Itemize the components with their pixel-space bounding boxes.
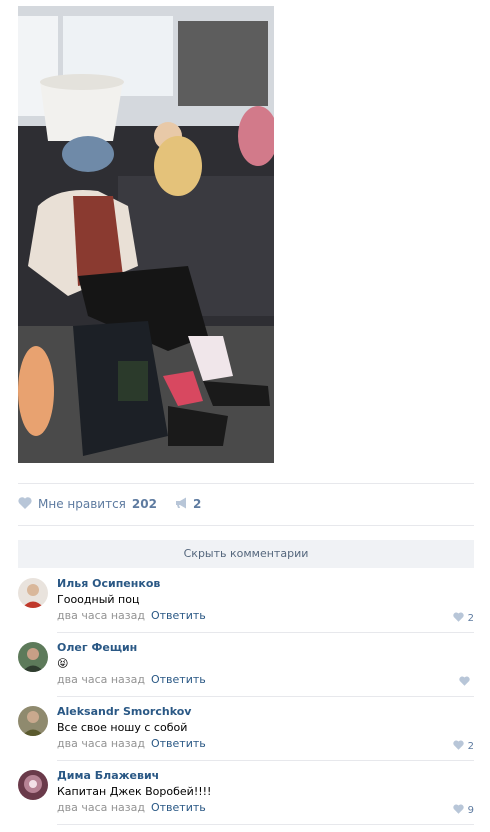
divider-actions <box>18 525 474 526</box>
heart-icon <box>452 612 464 625</box>
reply-link[interactable]: Ответить <box>151 801 206 814</box>
reply-link[interactable]: Ответить <box>151 609 206 622</box>
comment-author[interactable]: Олег Фещин <box>57 640 474 656</box>
comment-text: 😝 <box>57 657 69 670</box>
post-photo[interactable] <box>18 6 274 463</box>
share-button[interactable]: 2 <box>175 497 201 512</box>
comment-separator <box>57 760 474 761</box>
photo-illustration <box>18 6 274 463</box>
reply-link[interactable]: Ответить <box>151 673 206 686</box>
comment-separator <box>57 824 474 825</box>
heart-icon <box>452 740 464 753</box>
heart-icon <box>18 496 32 512</box>
comment-like-count: 2 <box>467 613 474 624</box>
heart-icon <box>452 804 464 817</box>
comment-author[interactable]: Aleksandr Smorchkov <box>57 704 474 720</box>
comment-time[interactable]: два часа назад <box>57 737 145 750</box>
comment-time[interactable]: два часа назад <box>57 801 145 814</box>
comment-author[interactable]: Дима Блажевич <box>57 768 474 784</box>
like-button[interactable]: Мне нравится 202 <box>18 496 157 512</box>
comment-like-count: 2 <box>467 741 474 752</box>
comment-author[interactable]: Илья Осипенков <box>57 576 474 592</box>
comment-time[interactable]: два часа назад <box>57 609 145 622</box>
comment-text: Все свое ношу с собой <box>57 721 188 734</box>
comment-separator <box>57 696 474 697</box>
comment: Aleksandr Smorchkov Все свое ношу с собо… <box>18 704 474 768</box>
comment-meta: два часа назад Ответить <box>57 736 474 752</box>
comment-separator <box>57 632 474 633</box>
megaphone-icon <box>175 497 188 512</box>
divider-top <box>18 483 474 484</box>
comment-like-button[interactable]: 2 <box>452 740 474 753</box>
share-count: 2 <box>192 497 202 511</box>
comment-text: Гооодный поц <box>57 593 140 606</box>
comment-like-button[interactable] <box>459 676 474 689</box>
comment-meta: два часа назад Ответить <box>57 672 474 688</box>
avatar[interactable] <box>18 770 48 800</box>
post-actions: Мне нравится 202 2 <box>18 493 201 515</box>
comment-like-button[interactable]: 2 <box>452 612 474 625</box>
comment-like-count: 9 <box>467 805 474 816</box>
hide-comments-button[interactable]: Скрыть комментарии <box>18 540 474 568</box>
comment: Олег Фещин 😝 два часа назад Ответить <box>18 640 474 704</box>
comment-like-button[interactable]: 9 <box>452 804 474 817</box>
like-label: Мне нравится <box>38 497 126 511</box>
avatar[interactable] <box>18 578 48 608</box>
like-count: 202 <box>131 497 157 511</box>
comment-meta: два часа назад Ответить <box>57 608 474 624</box>
comment: Дима Блажевич Капитан Джек Воробей!!!! д… <box>18 768 474 832</box>
comment-text: Капитан Джек Воробей!!!! <box>57 785 212 798</box>
comment-time[interactable]: два часа назад <box>57 673 145 686</box>
heart-icon <box>459 676 470 689</box>
comment-meta: два часа назад Ответить <box>57 800 474 816</box>
avatar[interactable] <box>18 706 48 736</box>
avatar[interactable] <box>18 642 48 672</box>
comment: Илья Осипенков Гооодный поц два часа наз… <box>18 576 474 640</box>
reply-link[interactable]: Ответить <box>151 737 206 750</box>
